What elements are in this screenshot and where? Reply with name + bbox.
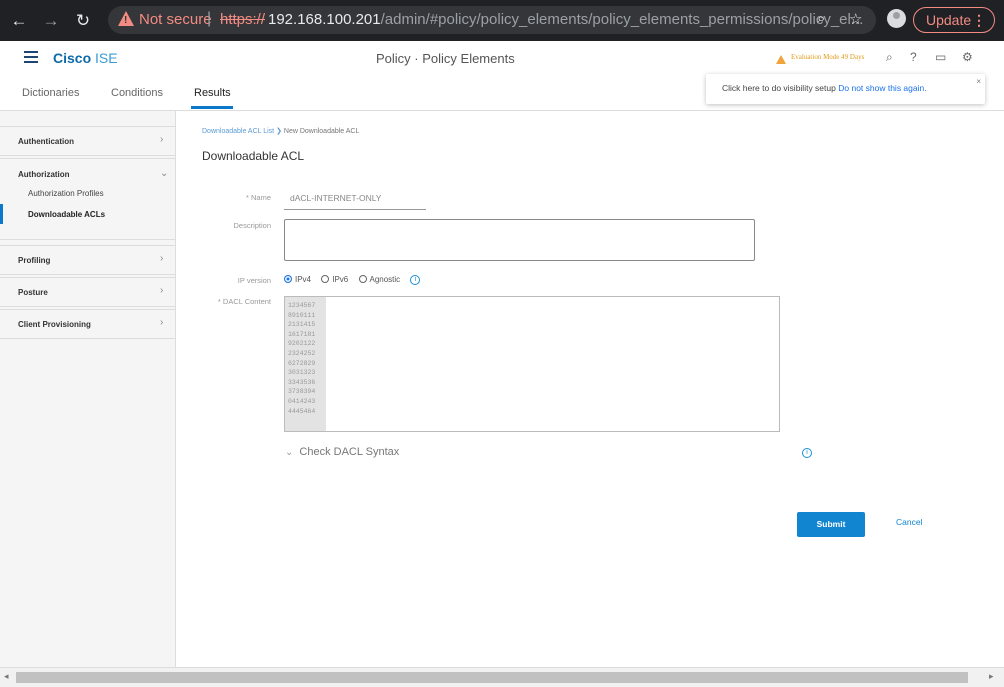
line-number: 9202122 <box>288 340 316 348</box>
sidebar-item-label: Profiling <box>18 256 51 265</box>
line-number: 2324252 <box>288 349 316 357</box>
search-icon[interactable]: ⌕ <box>886 50 893 65</box>
bookmark-star-icon[interactable]: ☆ <box>849 10 862 28</box>
active-tab-indicator <box>191 106 233 109</box>
browser-toolbar: ← → ↻ ! Not secure | https:// 192.168.10… <box>0 0 1004 41</box>
update-label: Update <box>926 12 972 28</box>
evaluation-notice[interactable]: Evaluation Mode 49 Days <box>791 53 864 61</box>
dacl-content-label: * DACL Content <box>217 297 271 306</box>
app-header: Cisco ISE Policy · Policy Elements Evalu… <box>0 41 1004 77</box>
url-scheme: https:// <box>220 11 266 28</box>
visibility-setup-popover: Click here to do visibility setup Do not… <box>706 74 985 104</box>
help-icon[interactable]: ? <box>910 50 917 64</box>
description-field[interactable] <box>284 219 755 261</box>
sidebar-item-label: Client Provisioning <box>18 320 91 329</box>
line-number: 3738394 <box>288 388 316 396</box>
submit-button[interactable]: Submit <box>797 512 865 537</box>
line-number: 6272829 <box>288 359 316 367</box>
scrollbar-thumb[interactable] <box>16 672 968 683</box>
syntax-info-icon[interactable]: i <box>802 448 812 458</box>
line-number: 0414243 <box>288 397 316 405</box>
sidebar-item-posture[interactable]: Posture › <box>0 277 176 307</box>
evaluation-warning-icon <box>776 55 786 64</box>
chevron-down-icon: ⌄ <box>285 447 294 458</box>
line-number: 4445464 <box>288 407 316 415</box>
tab-dictionaries[interactable]: Dictionaries <box>22 87 79 99</box>
ip-version-label: IP version <box>237 276 271 285</box>
check-dacl-syntax-toggle[interactable]: ⌄ Check DACL Syntax <box>285 446 399 458</box>
scroll-left-icon[interactable]: ◂ <box>4 671 9 682</box>
dacl-content-editor[interactable]: 1234567 8910111 2131415 1617181 9202122 23242… <box>284 296 780 432</box>
gear-icon[interactable]: ⚙ <box>962 50 973 64</box>
radio-icon <box>321 275 330 283</box>
breadcrumb-parent-link[interactable]: Downloadable ACL List <box>202 128 274 135</box>
line-number: 2131415 <box>288 321 316 329</box>
page-title: Policy · Policy Elements <box>376 51 515 66</box>
popover-text[interactable]: Click here to do visibility setup <box>722 83 836 93</box>
name-label: * Name <box>245 193 271 202</box>
do-not-show-link[interactable]: Do not show this again. <box>838 83 926 93</box>
agnostic-radio[interactable]: Agnostic <box>358 275 400 284</box>
ip-version-group: IPv4 IPv6 Agnostic i <box>284 275 421 285</box>
line-number: 3343536 <box>288 378 316 386</box>
sidebar-item-label: Authentication <box>18 137 74 146</box>
zoom-icon[interactable]: ⌕ <box>817 10 825 27</box>
url-host: 192.168.100.201 <box>268 11 381 28</box>
sidebar-item-downloadable-acls[interactable]: Downloadable ACLs <box>28 210 105 219</box>
ipv4-radio[interactable]: IPv4 <box>284 275 311 284</box>
sidebar-group-authorization: Authorization ⌄ Authorization Profiles D… <box>0 158 176 240</box>
hamburger-menu-icon[interactable] <box>24 51 38 63</box>
update-button[interactable]: Update ⋮ <box>913 7 995 33</box>
sidebar: Authentication › Authorization ⌄ Authori… <box>0 111 176 667</box>
scroll-right-icon[interactable]: ▸ <box>989 671 994 682</box>
radio-selected-icon <box>284 275 292 283</box>
sidebar-item-client-provisioning[interactable]: Client Provisioning › <box>0 309 176 339</box>
profile-avatar[interactable] <box>887 9 906 28</box>
check-syntax-label: Check DACL Syntax <box>299 446 400 458</box>
url-text: 192.168.100.201/admin/#policy/policy_ele… <box>268 11 863 28</box>
sidebar-item-authentication[interactable]: Authentication › <box>0 126 176 156</box>
tab-conditions[interactable]: Conditions <box>111 87 163 99</box>
breadcrumb-current: New Downloadable ACL <box>283 128 360 135</box>
horizontal-scrollbar[interactable]: ◂ ▸ <box>0 667 1004 687</box>
breadcrumb-separator-icon: ❯ <box>276 128 284 135</box>
active-item-indicator <box>0 204 3 224</box>
ipv6-radio[interactable]: IPv6 <box>321 275 348 284</box>
tab-results[interactable]: Results <box>194 87 231 99</box>
reload-icon[interactable]: ↻ <box>72 10 94 32</box>
sidebar-item-label: Posture <box>18 288 48 297</box>
chevron-right-icon: › <box>160 285 164 296</box>
line-number: 1234567 <box>288 302 316 309</box>
breadcrumb: Downloadable ACL List ❯ New Downloadable… <box>202 127 359 135</box>
chevron-right-icon: › <box>160 253 164 264</box>
back-icon[interactable]: ← <box>8 10 30 32</box>
radio-icon <box>358 275 367 283</box>
line-number: 3031323 <box>288 369 316 377</box>
cancel-button[interactable]: Cancel <box>896 517 922 527</box>
close-icon[interactable]: × <box>976 77 981 86</box>
notifications-icon[interactable]: ▭ <box>935 50 946 64</box>
chevron-right-icon: › <box>160 317 164 328</box>
security-warning[interactable]: Not secure <box>139 11 212 28</box>
menu-dots-icon: ⋮ <box>972 12 986 28</box>
sidebar-item-authorization[interactable]: Authorization <box>18 170 70 179</box>
cisco-ise-logo[interactable]: Cisco ISE <box>53 50 118 66</box>
info-icon[interactable]: i <box>410 275 421 285</box>
forward-icon[interactable]: → <box>40 10 62 32</box>
form-title: Downloadable ACL <box>202 149 305 163</box>
line-number-gutter: 1234567 8910111 2131415 1617181 9202122 23242… <box>285 297 326 431</box>
description-label: Description <box>233 221 271 230</box>
name-input[interactable] <box>284 186 426 210</box>
sidebar-item-profiling[interactable]: Profiling › <box>0 245 176 275</box>
line-number: 8910111 <box>288 311 316 319</box>
url-path: /admin/#policy/policy_elements/policy_el… <box>380 11 864 28</box>
address-bar[interactable]: ! Not secure | https:// 192.168.100.201/… <box>108 6 876 34</box>
chevron-down-icon[interactable]: ⌄ <box>160 168 168 179</box>
line-number: 1617181 <box>288 330 316 338</box>
sidebar-item-authorization-profiles[interactable]: Authorization Profiles <box>28 189 104 198</box>
chevron-right-icon: › <box>160 134 164 145</box>
